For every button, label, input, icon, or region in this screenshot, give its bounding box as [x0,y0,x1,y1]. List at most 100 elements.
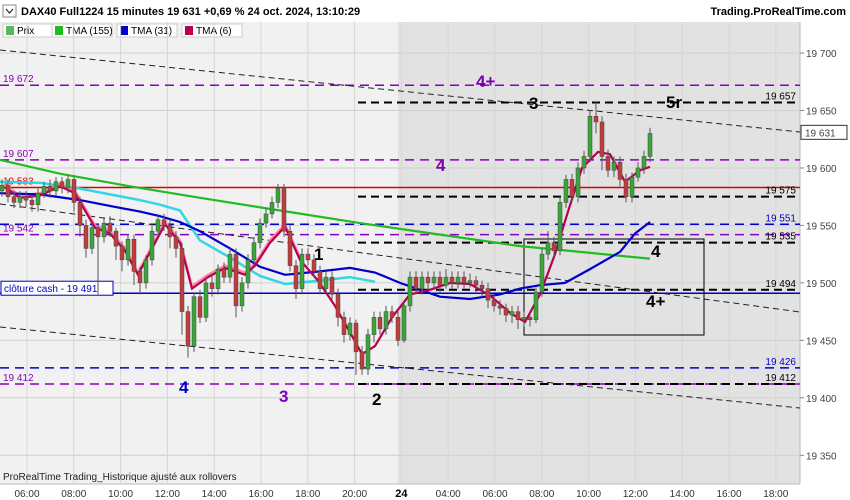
candle-body [455,276,461,284]
candle-body [599,121,605,157]
level-label: 19 672 [3,74,34,85]
candle-body [23,196,29,201]
candle-body [137,271,143,284]
level-label: 19 412 [765,373,796,384]
legend-label: Prix [17,26,34,37]
candle-body [611,161,617,171]
y-tick-label: 19 700 [806,49,837,60]
wave-label: 5r [666,93,682,112]
wave-label: 4 [179,378,189,397]
x-tick-label: 12:00 [623,489,648,500]
candle-body [647,133,653,157]
last-price-label: 19 631 [805,128,836,139]
y-tick-label: 19 450 [806,336,837,347]
wave-label: 4+ [646,292,665,311]
level-label: 19 657 [765,91,796,102]
candle-body [629,176,635,197]
candle-body [77,202,83,226]
candle-body [503,307,509,316]
candle-body [563,179,569,203]
candle-body [557,202,563,251]
level-label: 19 426 [765,357,796,368]
candle-body [287,230,293,266]
candle-body [539,253,545,293]
candle-body [173,236,179,249]
candle-body [305,253,311,261]
level-label: 19 575 [765,186,796,197]
candle-body [437,276,443,286]
candle-body [461,276,467,284]
candle-body [593,115,599,123]
candle-body [581,156,587,169]
candle-body [53,181,59,192]
y-tick-label: 19 500 [806,279,837,290]
candle-body [203,282,209,318]
candle-body [359,351,365,370]
candle-body [41,186,47,194]
level-label: 19 535 [765,232,796,243]
candle-body [269,202,275,215]
symbol-menu-icon[interactable] [2,4,17,18]
candle-body [419,276,425,289]
chart-title: DAX40 Full1224 15 minutes 19 631 +0,69 %… [21,6,360,18]
source-label: Trading.ProRealTime.com [710,6,846,18]
legend-swatch [120,26,128,35]
candle-body [263,213,269,224]
candle-body [551,242,557,251]
x-tick-label: 20:00 [342,489,367,500]
wave-label: 2 [372,390,381,409]
candle-body [209,282,215,289]
level-label: 19 494 [765,279,796,290]
candle-body [17,196,23,203]
candle-body [131,238,137,272]
candle-body [185,311,191,347]
candle-body [533,291,539,320]
candle-body [371,317,377,335]
legend-label: TMA (31) [131,26,172,37]
candle-body [65,179,71,188]
candle-body [527,317,533,320]
x-tick-label: 06:00 [482,489,507,500]
wave-label: 3 [279,387,288,406]
candle-body [635,167,641,178]
candle-body [317,271,323,289]
level-label: 19 542 [3,224,34,235]
candle-body [341,317,347,335]
x-tick-label: 14:00 [670,489,695,500]
level-label: 19 551 [765,213,796,224]
candle-body [605,156,611,171]
level-label: 19 412 [3,373,34,384]
legend-swatch [6,26,14,35]
x-tick-label: 08:00 [61,489,86,500]
candle-body [365,334,371,370]
candle-body [35,192,41,205]
candle-body [575,167,581,197]
candle-body [623,179,629,197]
candle-body [545,242,551,255]
candle-body [239,282,245,307]
candle-body [569,179,575,197]
x-tick-label: 24 [395,488,408,500]
candle-body [389,311,395,318]
candle-body [479,284,485,289]
price-axis-area [800,22,850,484]
candle-body [83,225,89,249]
legend-swatch [185,26,193,35]
candle-body [407,276,413,307]
candle-body [29,199,35,205]
candle-body [5,184,11,197]
candle-body [293,265,299,289]
candle-body [71,179,77,203]
x-tick-label: 08:00 [529,489,554,500]
x-tick-label: 14:00 [202,489,227,500]
candle-body [275,188,281,203]
x-tick-label: 06:00 [14,489,39,500]
legend-label: TMA (155) [66,26,113,37]
wave-label: 3 [529,94,538,113]
candle-body [47,186,53,192]
candle-body [323,276,329,289]
candle-body [515,311,521,320]
candle-body [449,276,455,284]
candle-body [383,311,389,330]
x-tick-label: 12:00 [155,489,180,500]
